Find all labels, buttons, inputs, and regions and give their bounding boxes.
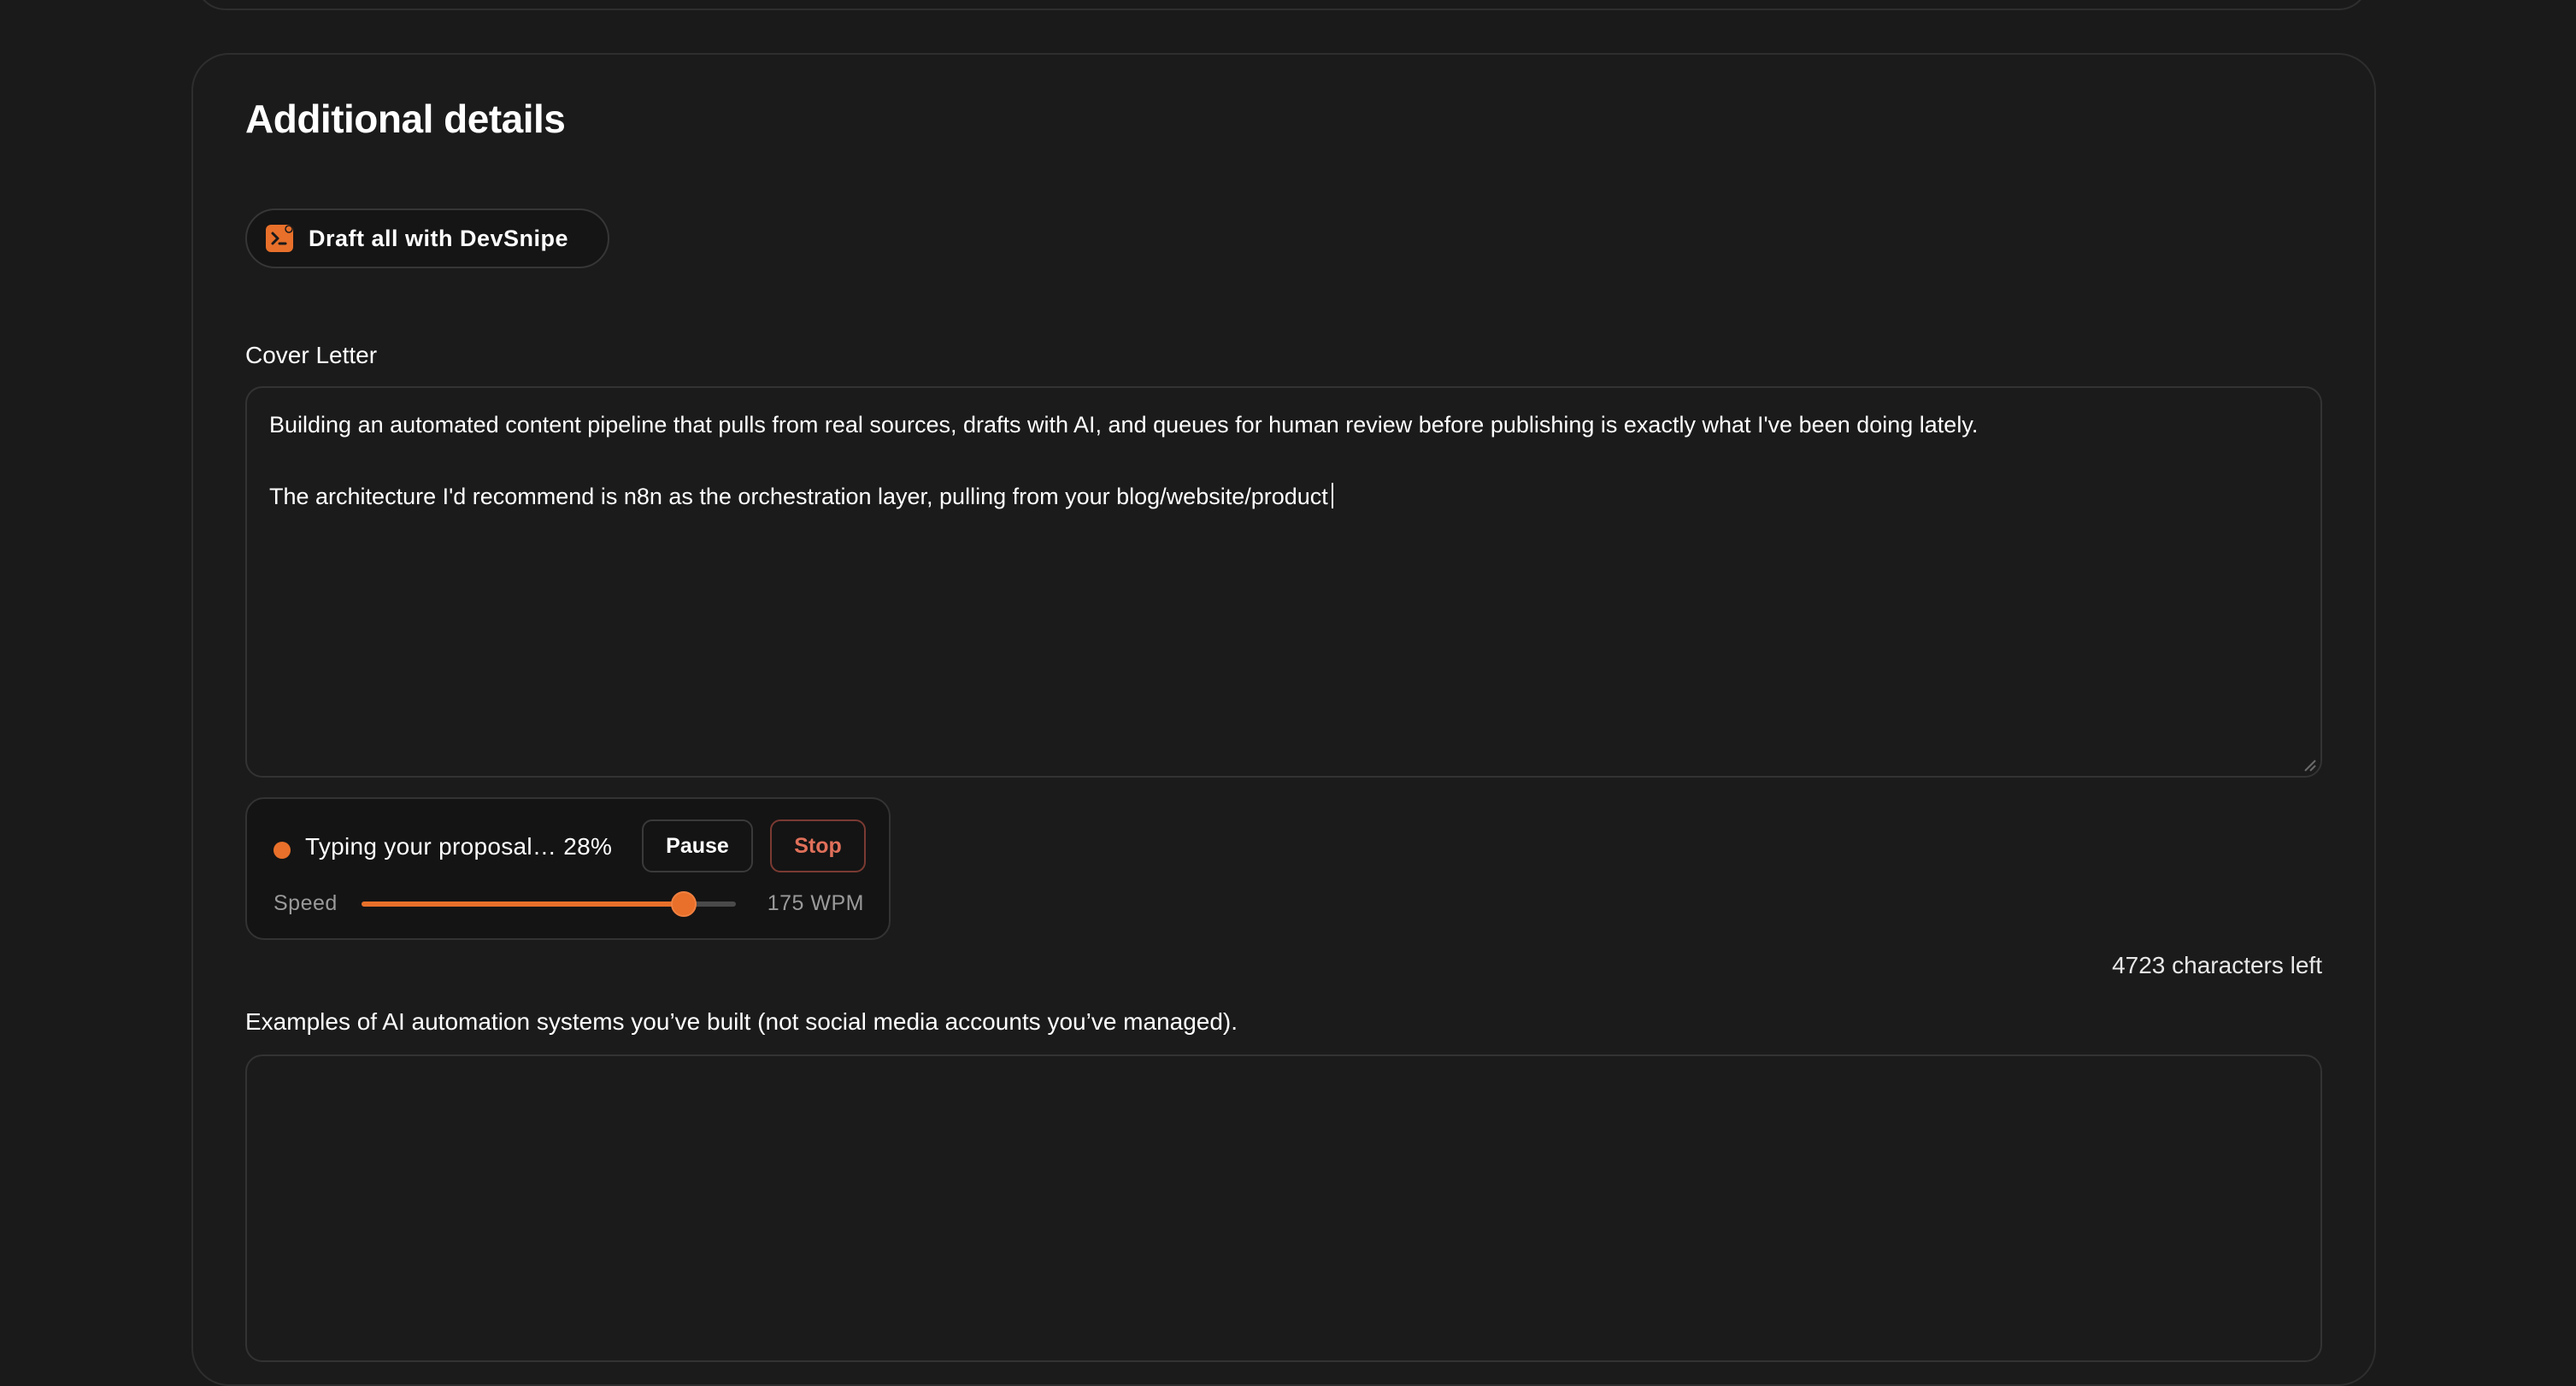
typing-status-text: Typing your proposal… 28% [305,833,613,860]
cover-letter-textarea[interactable]: Building an automated content pipeline t… [245,386,2322,778]
typing-control-panel: Typing your proposal… 28% Pause Stop Spe… [245,797,891,940]
resize-grip-icon[interactable] [2302,757,2317,772]
section-title: Additional details [245,97,566,141]
stop-button[interactable]: Stop [770,819,866,872]
characters-left-counter: 4723 characters left [2112,952,2322,978]
devsnipe-terminal-icon [266,225,293,252]
cover-letter-paragraph: Building an automated content pipeline t… [269,412,1979,438]
examples-textarea[interactable] [245,1054,2322,1362]
draft-all-button-label: Draft all with DevSnipe [309,225,569,251]
speed-slider[interactable] [362,891,736,917]
speed-slider-thumb[interactable] [670,891,697,917]
cover-letter-paragraph-text: The architecture I'd recommend is n8n as… [269,484,1328,509]
draft-all-button[interactable]: Draft all with DevSnipe [245,208,609,268]
speed-slider-fill [362,901,684,907]
cover-letter-label: Cover Letter [245,342,378,368]
typing-status-dot-icon [273,842,291,859]
speed-wpm-value: 175 WPM [767,891,864,915]
speed-label: Speed [273,891,338,915]
previous-section-card [195,0,2369,10]
text-caret [1331,483,1333,508]
cover-letter-paragraph: The architecture I'd recommend is n8n as… [269,479,2298,514]
examples-label: Examples of AI automation systems you’ve… [245,1008,1238,1035]
pause-button[interactable]: Pause [642,819,753,872]
